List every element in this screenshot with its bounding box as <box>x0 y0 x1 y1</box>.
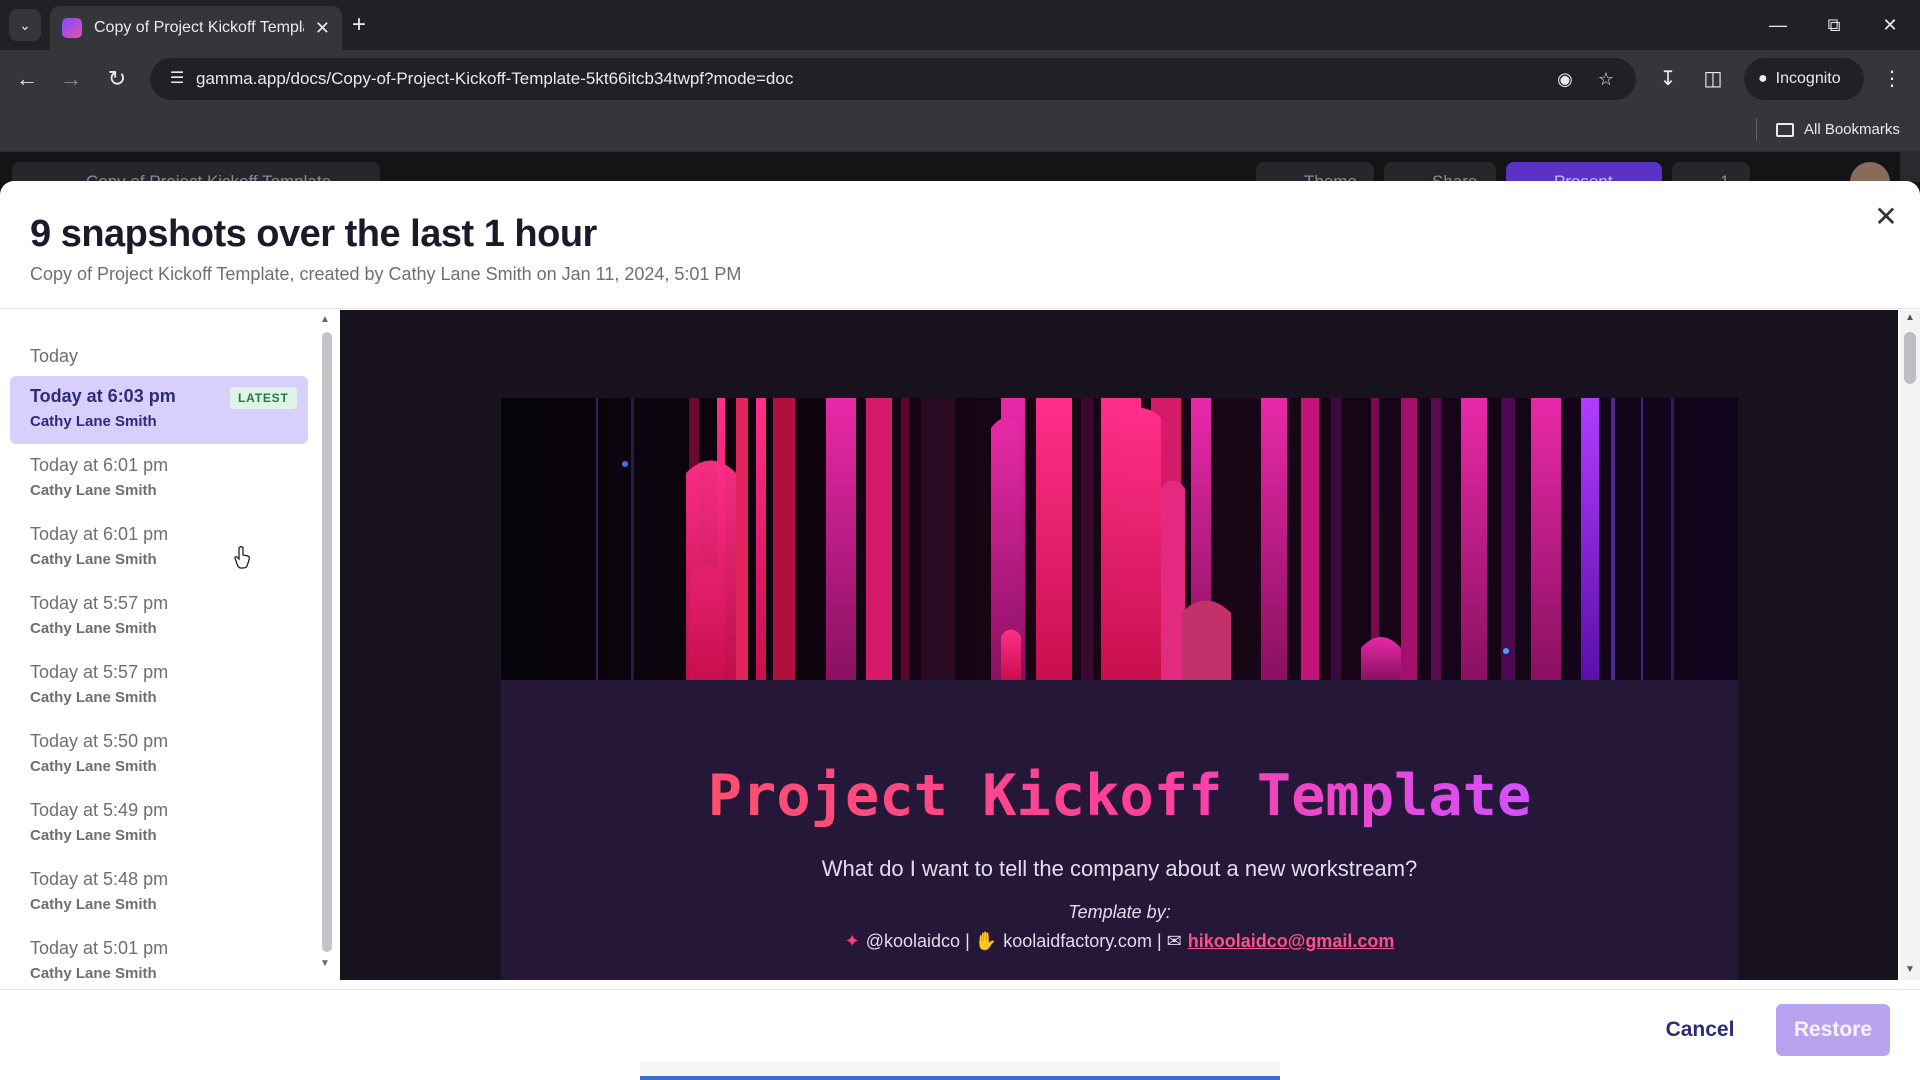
tab-close-icon[interactable]: ✕ <box>315 18 330 39</box>
doc-byline: Template by: <box>1068 902 1171 922</box>
doc-contacts: ✦ @koolaidco | ✋ koolaidfactory.com | ✉ hik… <box>501 931 1738 952</box>
snapshot-item[interactable]: Today at 5:49 pm Cathy Lane Smith <box>10 790 308 858</box>
snapshot-time: Today at 5:48 pm <box>30 869 169 889</box>
url-text[interactable]: gamma.app/docs/Copy-of-Project-Kickoff-T… <box>196 58 793 100</box>
minimize-button[interactable]: — <box>1758 8 1798 42</box>
bookmark-star-icon[interactable]: ☆ <box>1591 64 1621 94</box>
snapshot-item[interactable]: Today at 6:03 pm LATEST Cathy Lane Smith <box>10 376 308 444</box>
snapshot-item[interactable]: Today at 5:01 pm Cathy Lane Smith <box>10 928 308 996</box>
bird-icon: ✦ <box>844 931 860 951</box>
folder-icon <box>1776 123 1794 137</box>
incognito-badge[interactable]: ● Incognito <box>1744 58 1864 100</box>
modal-title: 9 snapshots over the last 1 hour <box>30 213 597 255</box>
contact-separator: | <box>1156 931 1162 951</box>
scrollbar-thumb[interactable] <box>322 332 332 952</box>
contact-email-link[interactable]: hikoolaidco@gmail.com <box>1188 931 1395 951</box>
incognito-icon: ● <box>1758 70 1768 87</box>
side-panel-icon[interactable]: ◫ <box>1697 63 1729 95</box>
close-window-button[interactable]: ✕ <box>1870 8 1910 42</box>
snapshot-item[interactable]: Today at 5:48 pm Cathy Lane Smith <box>10 859 308 927</box>
site-info-icon[interactable]: ☰ <box>162 64 192 94</box>
snapshot-time: Today at 5:50 pm <box>30 731 169 751</box>
doc-title: Project Kickoff Template <box>501 763 1738 829</box>
browser-tab[interactable]: Copy of Project Kickoff Template ✕ <box>50 6 342 50</box>
group-label-today: Today <box>30 346 79 366</box>
back-button[interactable]: ← <box>11 63 43 95</box>
snapshot-time: Today at 5:01 pm <box>30 938 169 958</box>
app-scrollbar <box>1900 152 1920 182</box>
download-icon[interactable]: ↧ <box>1652 63 1684 95</box>
modal-header: 9 snapshots over the last 1 hour Copy of… <box>0 181 1920 309</box>
tab-title: Copy of Project Kickoff Template <box>94 19 304 36</box>
snapshot-list-scrollbar[interactable]: ▲ ▼ <box>320 314 334 970</box>
latest-badge: LATEST <box>230 387 297 409</box>
snapshot-author: Cathy Lane Smith <box>30 413 157 430</box>
all-bookmarks-button[interactable]: All Bookmarks <box>1776 108 1900 152</box>
contact-site: koolaidfactory.com <box>1003 931 1152 951</box>
snapshot-author: Cathy Lane Smith <box>30 551 157 568</box>
scroll-down-icon[interactable]: ▼ <box>320 958 330 969</box>
mouse-pointer-icon <box>234 546 250 569</box>
snapshot-author: Cathy Lane Smith <box>30 827 157 844</box>
preview-scrollbar[interactable]: ▲ ▼ <box>1900 310 1920 980</box>
loading-bar <box>640 1062 1280 1080</box>
contact-handle: @koolaidco <box>865 931 961 951</box>
doc-card: Project Kickoff Template What do I want … <box>501 398 1738 980</box>
banner-image <box>501 398 1738 680</box>
snapshot-time: Today at 5:57 pm <box>30 593 169 613</box>
snapshot-time: Today at 5:49 pm <box>30 800 169 820</box>
bookmarks-divider <box>1756 118 1757 140</box>
browser-toolbar: ← → ↻ ☰ gamma.app/docs/Copy-of-Project-K… <box>0 50 1920 108</box>
snapshot-list: Today Today at 6:03 pm LATEST Cathy Lane… <box>0 310 338 982</box>
snapshot-time: Today at 5:57 pm <box>30 662 169 682</box>
close-icon[interactable]: ✕ <box>1868 199 1904 235</box>
snapshot-item[interactable]: Today at 6:01 pm Cathy Lane Smith <box>10 445 308 513</box>
modal-subtitle: Copy of Project Kickoff Template, create… <box>30 264 742 284</box>
new-tab-button[interactable]: + <box>352 10 366 40</box>
cancel-button[interactable]: Cancel <box>1648 1004 1752 1056</box>
modal-footer: Cancel Restore <box>0 989 1920 1080</box>
snapshot-author: Cathy Lane Smith <box>30 689 157 706</box>
scroll-up-icon[interactable]: ▲ <box>320 314 330 325</box>
snapshot-author: Cathy Lane Smith <box>30 620 157 637</box>
forward-button[interactable]: → <box>55 63 87 95</box>
restore-button[interactable]: Restore <box>1776 1004 1890 1056</box>
abstract-neon-banner <box>501 398 1738 680</box>
reload-button[interactable]: ↻ <box>101 63 133 95</box>
scrollbar-thumb[interactable] <box>1904 332 1916 384</box>
browser-menu-icon[interactable]: ⋮ <box>1876 63 1908 95</box>
snapshot-item[interactable]: Today at 5:50 pm Cathy Lane Smith <box>10 721 308 789</box>
snapshot-item[interactable]: Today at 6:01 pm Cathy Lane Smith <box>10 514 308 582</box>
snapshot-history-modal: 9 snapshots over the last 1 hour Copy of… <box>0 181 1920 1080</box>
envelope-icon: ✉ <box>1166 931 1182 951</box>
scroll-down-icon[interactable]: ▼ <box>1905 964 1915 975</box>
snapshot-author: Cathy Lane Smith <box>30 482 157 499</box>
all-bookmarks-label: All Bookmarks <box>1804 121 1900 138</box>
snapshot-preview: Project Kickoff Template What do I want … <box>340 310 1898 980</box>
wave-hand-icon: ✋ <box>974 931 998 951</box>
scroll-up-icon[interactable]: ▲ <box>1905 312 1915 323</box>
snapshot-item[interactable]: Today at 5:57 pm Cathy Lane Smith <box>10 652 308 720</box>
gamma-favicon-icon <box>62 18 82 38</box>
snapshot-author: Cathy Lane Smith <box>30 896 157 913</box>
snapshot-item[interactable]: Today at 5:57 pm Cathy Lane Smith <box>10 583 308 651</box>
browser-tab-bar: ⌄ Copy of Project Kickoff Template ✕ + —… <box>0 0 1920 50</box>
snapshot-author: Cathy Lane Smith <box>30 965 157 982</box>
snapshot-author: Cathy Lane Smith <box>30 758 157 775</box>
bookmarks-bar: All Bookmarks <box>0 108 1920 152</box>
snapshot-time: Today at 6:01 pm <box>30 524 169 544</box>
address-bar[interactable]: ☰ gamma.app/docs/Copy-of-Project-Kickoff… <box>150 58 1636 100</box>
snapshot-time: Today at 6:03 pm <box>30 386 176 406</box>
doc-title-text: Project Kickoff Template <box>707 763 1532 829</box>
eye-off-icon[interactable]: ◉ <box>1550 64 1580 94</box>
contact-separator: | <box>965 931 970 951</box>
restore-window-button[interactable]: ⧉ <box>1814 8 1854 42</box>
doc-question: What do I want to tell the company about… <box>821 856 1418 881</box>
incognito-label: Incognito <box>1775 70 1841 87</box>
tab-search-button[interactable]: ⌄ <box>9 9 41 41</box>
snapshot-time: Today at 6:01 pm <box>30 455 169 475</box>
